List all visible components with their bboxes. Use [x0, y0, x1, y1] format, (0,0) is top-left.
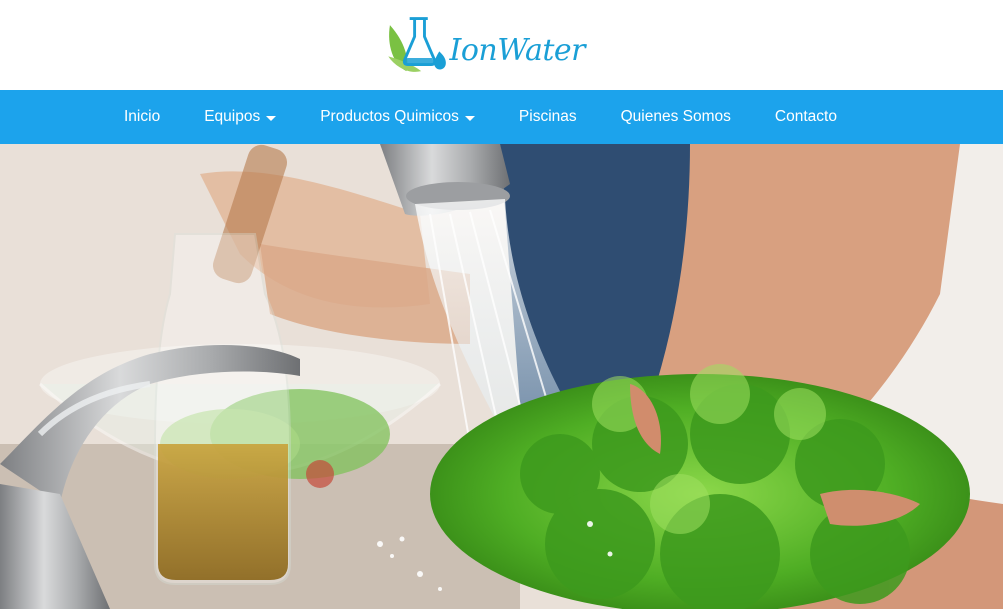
nav-item-productos-quimicos[interactable]: Productos Quimicos	[298, 90, 497, 144]
caret-down-icon	[464, 115, 475, 121]
brand-logo[interactable]: IonWater	[385, 6, 585, 82]
nav-item-contacto[interactable]: Contacto	[753, 90, 859, 144]
lettuce-washing-photo	[0, 144, 1003, 609]
brand-name: IonWater	[449, 32, 586, 68]
nav-item-equipos[interactable]: Equipos	[182, 90, 298, 144]
nav-item-inicio[interactable]: Inicio	[102, 90, 182, 144]
nav-item-label: Inicio	[124, 108, 161, 125]
nav-item-label: Piscinas	[518, 108, 577, 125]
hero-banner	[0, 144, 1003, 609]
flask-leaf-drop-icon	[388, 17, 446, 72]
nav-item-label: Equipos	[204, 108, 261, 125]
caret-down-icon	[266, 115, 277, 121]
nav-item-piscinas[interactable]: Piscinas	[497, 90, 599, 144]
nav-item-quienes-somos[interactable]: Quienes Somos	[599, 90, 753, 144]
nav-item-label: Quienes Somos	[620, 108, 731, 125]
main-navbar: Inicio Equipos Productos Quimicos Piscin…	[0, 90, 1003, 144]
site-header: IonWater	[0, 0, 1003, 90]
nav-item-label: Productos Quimicos	[320, 108, 459, 125]
nav-item-label: Contacto	[774, 108, 837, 125]
